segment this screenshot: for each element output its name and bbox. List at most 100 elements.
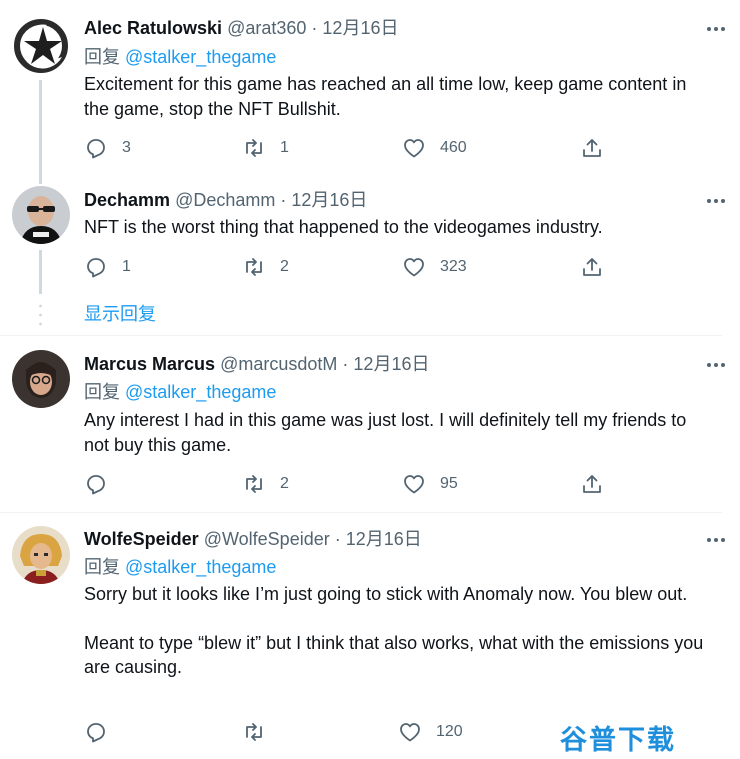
reply-button[interactable] bbox=[84, 470, 122, 498]
reply-icon bbox=[87, 139, 105, 159]
star-logo-icon bbox=[12, 17, 70, 75]
tweet-text: NFT is the worst thing that happened to … bbox=[84, 215, 716, 240]
like-button[interactable]: 95 bbox=[402, 470, 458, 498]
share-icon bbox=[583, 475, 601, 493]
share-icon bbox=[583, 258, 601, 276]
reply-button[interactable]: 1 bbox=[84, 253, 131, 281]
divider bbox=[0, 335, 722, 336]
tweet-header: Dechamm @Dechamm · 12月16日 bbox=[84, 188, 700, 212]
heart-icon bbox=[404, 475, 424, 494]
reply-icon bbox=[87, 475, 105, 495]
reply-prefix: 回复 bbox=[84, 382, 120, 402]
separator-dot: · bbox=[280, 190, 287, 210]
tweet-date[interactable]: 12月16日 bbox=[291, 190, 367, 210]
action-bar: 3 1 460 bbox=[84, 134, 624, 162]
more-options-icon[interactable] bbox=[706, 19, 726, 39]
like-count: 323 bbox=[440, 258, 467, 275]
retweet-icon bbox=[246, 139, 262, 157]
divider bbox=[0, 512, 722, 513]
action-bar: 120 bbox=[84, 718, 624, 746]
avatar-wolfespeider[interactable] bbox=[12, 526, 70, 584]
reply-icon bbox=[87, 723, 105, 743]
watermark-logo: 谷普下载 bbox=[560, 725, 676, 756]
share-button[interactable] bbox=[580, 134, 604, 162]
share-button[interactable] bbox=[580, 470, 604, 498]
reply-count: 1 bbox=[122, 258, 131, 275]
reply-prefix: 回复 bbox=[84, 47, 120, 67]
avatar-pixel-art-icon bbox=[12, 526, 70, 584]
thread-line bbox=[39, 250, 42, 294]
mention-link[interactable]: @stalker_thegame bbox=[125, 557, 276, 577]
replying-to: 回复 @stalker_thegame bbox=[84, 555, 276, 579]
retweet-button[interactable]: 1 bbox=[242, 134, 289, 162]
avatar-alec[interactable] bbox=[12, 17, 70, 75]
avatar-photo-icon bbox=[12, 350, 70, 408]
user-handle[interactable]: @WolfeSpeider bbox=[204, 529, 330, 549]
user-handle[interactable]: @marcusdotM bbox=[220, 354, 337, 374]
more-options-icon[interactable] bbox=[706, 191, 726, 211]
replying-to: 回复 @stalker_thegame bbox=[84, 45, 276, 69]
retweet-icon bbox=[246, 475, 262, 493]
more-options-icon[interactable] bbox=[706, 355, 726, 375]
mention-link[interactable]: @stalker_thegame bbox=[125, 382, 276, 402]
avatar-marcus[interactable] bbox=[12, 350, 70, 408]
separator-dot: · bbox=[342, 354, 349, 374]
show-replies-link[interactable]: 显示回复 bbox=[84, 302, 156, 326]
retweet-button[interactable] bbox=[242, 718, 280, 746]
display-name[interactable]: Alec Ratulowski bbox=[84, 18, 222, 38]
tweet-paragraph: Excitement for this game has reached an … bbox=[84, 74, 687, 119]
retweet-icon bbox=[246, 723, 262, 741]
share-icon bbox=[583, 139, 601, 157]
like-count: 95 bbox=[440, 475, 458, 492]
reply-button[interactable]: 3 bbox=[84, 134, 131, 162]
action-bar: 2 95 bbox=[84, 470, 624, 498]
like-button[interactable]: 323 bbox=[402, 253, 467, 281]
heart-icon bbox=[404, 258, 424, 277]
tweet-header: WolfeSpeider @WolfeSpeider · 12月16日 bbox=[84, 527, 700, 551]
tweet-date[interactable]: 12月16日 bbox=[322, 18, 398, 38]
mention-link[interactable]: @stalker_thegame bbox=[125, 47, 276, 67]
thread-dots-icon bbox=[39, 304, 42, 326]
heart-icon bbox=[404, 139, 424, 158]
display-name[interactable]: Marcus Marcus bbox=[84, 354, 215, 374]
thread-line bbox=[39, 80, 42, 184]
display-name[interactable]: Dechamm bbox=[84, 190, 170, 210]
tweet-paragraph: Any interest I had in this game was just… bbox=[84, 410, 687, 455]
reply-count: 3 bbox=[122, 139, 131, 156]
like-count: 120 bbox=[436, 723, 463, 740]
display-name[interactable]: WolfeSpeider bbox=[84, 529, 199, 549]
tweet-text: Sorry but it looks like I’m just going t… bbox=[84, 582, 716, 680]
tweet-paragraph: NFT is the worst thing that happened to … bbox=[84, 217, 603, 237]
tweet-header: Alec Ratulowski @arat360 · 12月16日 bbox=[84, 16, 700, 40]
like-button[interactable]: 120 bbox=[398, 718, 463, 746]
tweet-date[interactable]: 12月16日 bbox=[346, 529, 422, 549]
retweet-count: 1 bbox=[280, 139, 289, 156]
tweet-text: Any interest I had in this game was just… bbox=[84, 408, 716, 457]
reply-prefix: 回复 bbox=[84, 557, 120, 577]
tweet-paragraph: Sorry but it looks like I’m just going t… bbox=[84, 584, 688, 604]
retweet-icon bbox=[246, 258, 262, 276]
tweet-paragraph: Meant to type “blew it” but I think that… bbox=[84, 632, 704, 678]
tweet-text: Excitement for this game has reached an … bbox=[84, 72, 716, 121]
replying-to: 回复 @stalker_thegame bbox=[84, 380, 276, 404]
reply-icon bbox=[87, 258, 105, 278]
user-handle[interactable]: @arat360 bbox=[227, 18, 306, 38]
avatar-photo-icon bbox=[12, 186, 70, 244]
user-handle[interactable]: @Dechamm bbox=[175, 190, 275, 210]
like-count: 460 bbox=[440, 139, 467, 156]
avatar-dechamm[interactable] bbox=[12, 186, 70, 244]
retweet-count: 2 bbox=[280, 475, 289, 492]
more-options-icon[interactable] bbox=[706, 530, 726, 550]
like-button[interactable]: 460 bbox=[402, 134, 467, 162]
separator-dot: · bbox=[311, 18, 318, 38]
retweet-count: 2 bbox=[280, 258, 289, 275]
heart-icon bbox=[400, 723, 420, 742]
retweet-button[interactable]: 2 bbox=[242, 253, 289, 281]
tweet-header: Marcus Marcus @marcusdotM · 12月16日 bbox=[84, 352, 700, 376]
action-bar: 1 2 323 bbox=[84, 253, 624, 281]
retweet-button[interactable]: 2 bbox=[242, 470, 289, 498]
separator-dot: · bbox=[334, 529, 341, 549]
reply-button[interactable] bbox=[84, 718, 122, 746]
tweet-date[interactable]: 12月16日 bbox=[353, 354, 429, 374]
share-button[interactable] bbox=[580, 253, 604, 281]
